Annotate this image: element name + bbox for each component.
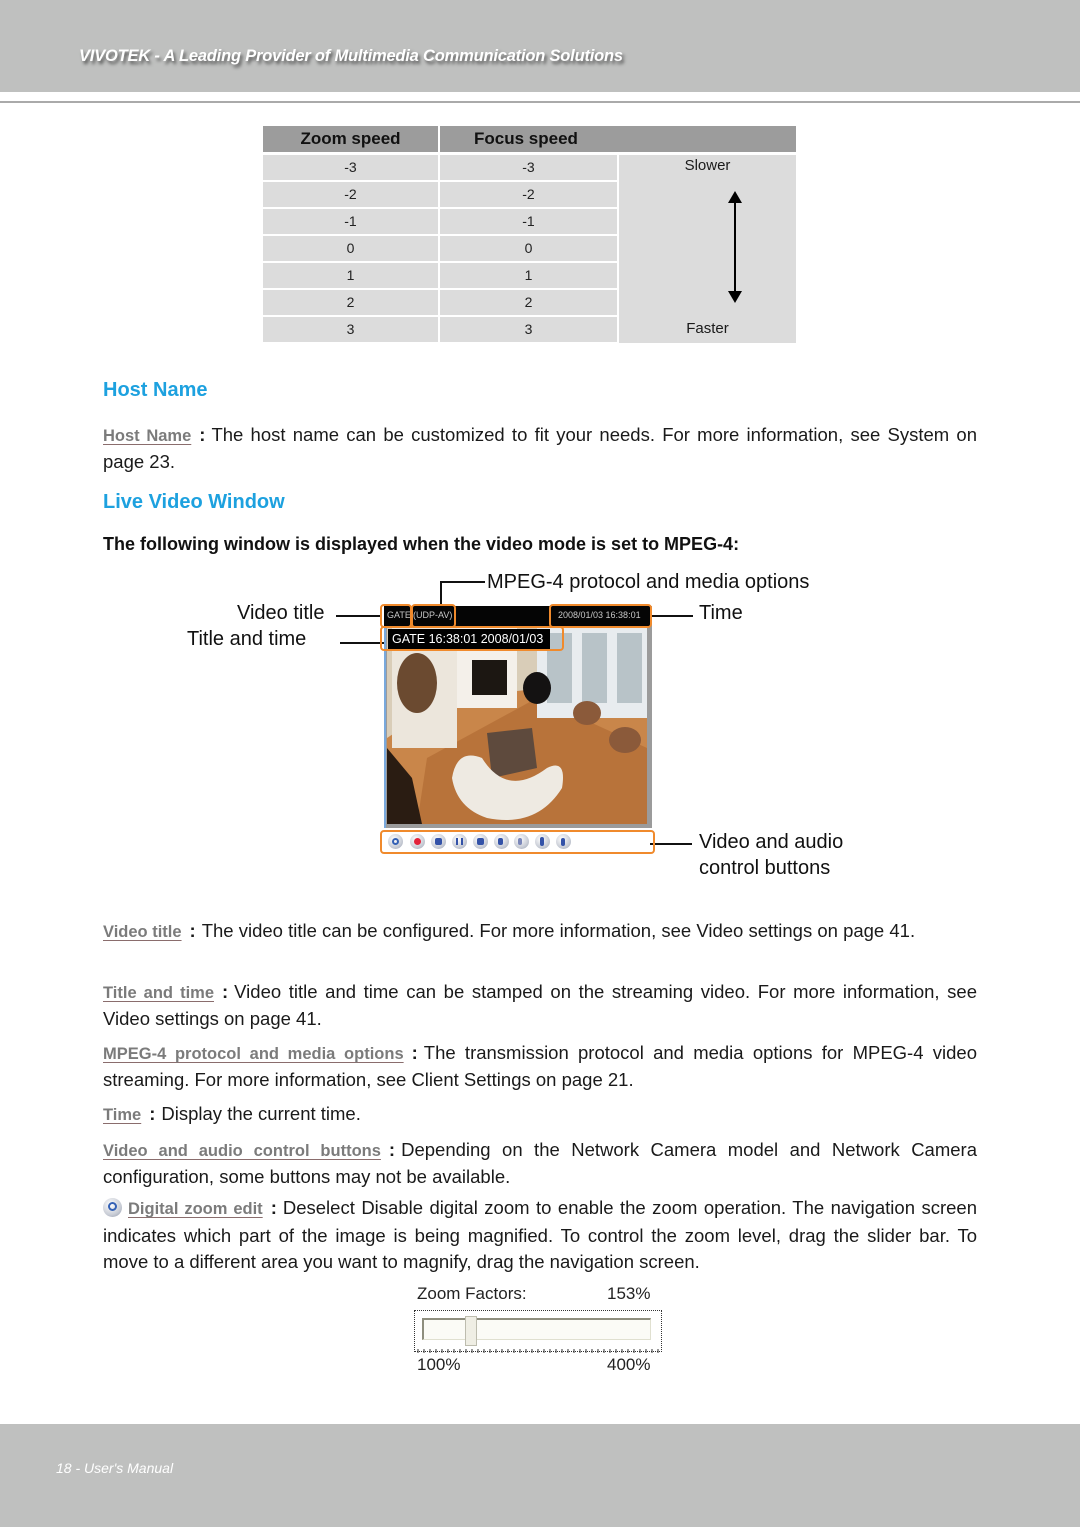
desc-text: Video title and time can be stamped on t… xyxy=(103,981,977,1029)
term-video-title: Video title xyxy=(103,923,182,941)
magnifier-icon xyxy=(103,1198,122,1217)
zoom-factor-value: 153% xyxy=(607,1284,651,1303)
table-header-zoom-speed: Zoom speed xyxy=(263,126,438,152)
stop-button[interactable] xyxy=(473,834,488,849)
zoom-speed-cell: -2 xyxy=(263,182,438,207)
focus-speed-cell: 2 xyxy=(440,290,617,315)
zoom-speed-cell: 0 xyxy=(263,236,438,261)
mute-button[interactable] xyxy=(514,834,529,849)
focus-speed-cell: 0 xyxy=(440,236,617,261)
term-time: Time xyxy=(103,1106,142,1124)
speed-table: Zoom speed Focus speed -3 -3 -2 -2 -1 -1 0 0 1 1 2… xyxy=(263,126,796,344)
desc-time: Time: Display the current time. xyxy=(103,1103,361,1124)
callout-controls-line2: control buttons xyxy=(699,857,831,879)
volume-button[interactable] xyxy=(494,834,509,849)
callout-controls-line1: Video and audio xyxy=(699,831,844,853)
page-footer: 18 - User's Manual xyxy=(56,1460,174,1476)
callout-title-and-time: Title and time xyxy=(187,628,307,650)
term-digital-zoom: Digital zoom edit xyxy=(128,1200,263,1218)
highlight-protocol xyxy=(411,604,456,628)
term-title-and-time: Title and time xyxy=(103,984,214,1002)
snapshot-button[interactable] xyxy=(431,834,446,849)
host-name-heading: Host Name xyxy=(103,379,208,401)
term-protocol: MPEG-4 protocol and media options xyxy=(103,1045,404,1063)
desc-digital-zoom: Digital zoom edit: Deselect Disable digit… xyxy=(103,1197,977,1272)
zoom-speed-cell: 2 xyxy=(263,290,438,315)
video-feed-image xyxy=(387,628,647,824)
speed-direction-cell: Slower Faster xyxy=(619,155,796,343)
zoom-factor-label: Zoom Factors: xyxy=(417,1284,527,1303)
callout-line xyxy=(650,843,692,845)
term-controls: Video and audio control buttons xyxy=(103,1142,381,1160)
desc-protocol: MPEG-4 protocol and media options: The tr… xyxy=(103,1042,977,1090)
desc-text: Display the current time. xyxy=(161,1103,361,1124)
table-header-focus-speed: Focus speed xyxy=(440,126,796,152)
callout-controls: Video and audio control buttons xyxy=(699,829,843,881)
zoom-slider-track[interactable] xyxy=(422,1318,651,1340)
faster-label: Faster xyxy=(686,320,729,337)
zoom-max-label: 400% xyxy=(607,1355,651,1374)
desc-video-title: Video title: The video title can be confi… xyxy=(103,920,916,941)
header-band xyxy=(0,0,1080,92)
highlight-video-title xyxy=(380,604,412,628)
callout-protocol: MPEG-4 protocol and media options xyxy=(487,571,810,593)
desc-controls: Video and audio control buttons: Dependin… xyxy=(103,1139,977,1187)
slower-label: Slower xyxy=(684,157,731,174)
record-button[interactable] xyxy=(410,834,425,849)
host-name-term: Host Name xyxy=(103,427,192,445)
focus-speed-cell: 3 xyxy=(440,317,617,342)
host-name-text: The host name can be customized to fit y… xyxy=(103,424,977,472)
highlight-time xyxy=(549,604,652,628)
zoom-speed-cell: 3 xyxy=(263,317,438,342)
desc-text: The video title can be configured. For m… xyxy=(201,920,916,941)
digital-zoom-button[interactable] xyxy=(388,834,403,849)
highlight-title-and-time xyxy=(380,626,564,651)
focus-speed-cell: -2 xyxy=(440,182,617,207)
zoom-min-label: 100% xyxy=(417,1355,461,1374)
callout-line xyxy=(651,615,693,617)
zoom-speed-cell: 1 xyxy=(263,263,438,288)
callout-video-title: Video title xyxy=(237,602,325,624)
focus-speed-cell: 1 xyxy=(440,263,617,288)
header-title: VIVOTEK - A Leading Provider of Multimed… xyxy=(79,47,623,65)
callout-line xyxy=(336,615,382,617)
live-video-intro: The following window is displayed when t… xyxy=(103,534,740,554)
focus-speed-cell: -3 xyxy=(440,155,617,180)
mic-volume-button[interactable] xyxy=(556,834,571,849)
double-arrow-icon xyxy=(728,191,742,303)
header-divider xyxy=(0,101,1080,103)
focus-speed-cell: -1 xyxy=(440,209,617,234)
talk-button[interactable] xyxy=(535,834,550,849)
live-video-heading: Live Video Window xyxy=(103,491,285,513)
host-name-description: Host Name: The host name can be customize… xyxy=(103,424,977,472)
zoom-slider-thumb[interactable] xyxy=(465,1316,477,1346)
callout-line xyxy=(440,581,442,606)
zoom-slider-ticks xyxy=(417,1349,659,1353)
zoom-speed-cell: -3 xyxy=(263,155,438,180)
callout-line xyxy=(440,581,485,583)
callout-line xyxy=(340,642,384,644)
pause-button[interactable] xyxy=(452,834,467,849)
callout-time: Time xyxy=(699,602,743,624)
desc-title-and-time: Title and time: Video title and time can … xyxy=(103,981,977,1029)
zoom-speed-cell: -1 xyxy=(263,209,438,234)
